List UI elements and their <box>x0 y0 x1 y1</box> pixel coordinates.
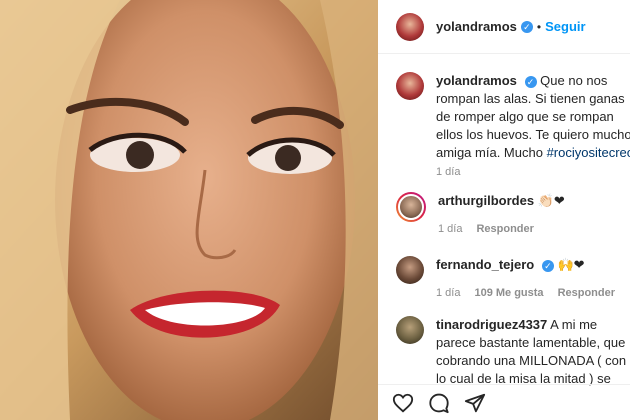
heart-icon[interactable] <box>392 392 414 414</box>
caption: yolandramos ✓ Que no nos rompan las alas… <box>396 72 630 162</box>
comment-body: tinarodriguez4337 A mi me parece bastant… <box>436 316 630 388</box>
verified-badge-icon: ✓ <box>520 20 533 33</box>
caption-time: 1 día <box>436 166 461 178</box>
reply-button[interactable]: Responder <box>476 220 533 238</box>
commenter-avatar[interactable] <box>396 256 424 284</box>
separator-dot: • <box>536 19 542 34</box>
comment-username[interactable]: fernando_tejero <box>436 257 534 272</box>
verified-badge-icon: ✓ <box>524 75 537 88</box>
comment-body: fernando_tejero ✓ 🙌❤ 1 día 109 Me gusta … <box>436 256 630 302</box>
comment-icon[interactable] <box>428 392 450 414</box>
comment-text: 👏🏻❤ <box>537 193 565 208</box>
comment-username[interactable]: tinarodriguez4337 <box>436 317 547 332</box>
comment-body: arthurgilbordes 👏🏻❤ 1 día Responder <box>438 192 630 238</box>
face-illustration <box>0 0 378 420</box>
verified-badge-icon: ✓ <box>541 259 554 272</box>
commenter-avatar <box>398 194 424 220</box>
caption-avatar[interactable] <box>396 72 424 100</box>
likes-count[interactable]: 109 Me gusta <box>474 284 543 302</box>
comment-item: tinarodriguez4337 A mi me parece bastant… <box>396 316 630 388</box>
post-photo <box>0 0 378 420</box>
comment-meta: 1 día 109 Me gusta Responder <box>436 284 630 302</box>
author-avatar[interactable] <box>396 12 424 41</box>
caption-hashtag[interactable]: #rociyositecreo <box>547 145 630 160</box>
caption-body: yolandramos ✓ Que no nos rompan las alas… <box>436 72 630 162</box>
comment-username[interactable]: arthurgilbordes <box>438 193 534 208</box>
action-bar <box>378 384 630 420</box>
comment-meta: 1 día Responder <box>438 220 630 238</box>
comment-item: fernando_tejero ✓ 🙌❤ 1 día 109 Me gusta … <box>396 256 630 302</box>
follow-button[interactable]: Seguir <box>545 19 585 34</box>
caption-username[interactable]: yolandramos <box>436 73 517 88</box>
reply-button[interactable]: Responder <box>558 284 615 302</box>
share-icon[interactable] <box>464 392 486 414</box>
story-ring[interactable] <box>396 192 426 222</box>
commenter-avatar[interactable] <box>396 316 424 344</box>
post-header: yolandramos ✓ • Seguir <box>378 0 630 54</box>
post-panel: yolandramos ✓ • Seguir yolandramos ✓ Que… <box>378 0 630 420</box>
comment-time: 1 día <box>436 287 461 299</box>
comment-item: arthurgilbordes 👏🏻❤ 1 día Responder <box>396 192 630 238</box>
comment-time: 1 día <box>438 223 463 235</box>
author-username[interactable]: yolandramos <box>436 19 517 34</box>
comment-text: 🙌❤ <box>557 257 585 272</box>
